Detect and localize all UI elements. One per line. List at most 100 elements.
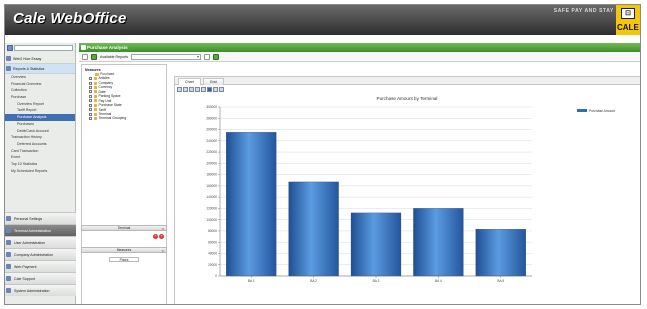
x-tick-label: BA 3	[373, 279, 380, 283]
expand-icon[interactable]	[89, 81, 92, 85]
x-tick-label: BA 4	[435, 279, 442, 283]
pie-chart-icon[interactable]	[201, 87, 206, 92]
clear-icon[interactable]: ×	[159, 234, 164, 239]
measures-filter-header[interactable]: Measures ▽	[81, 247, 167, 253]
tab-chart[interactable]: Chart	[178, 78, 201, 85]
report-selector-row: Available Reports	[79, 52, 640, 62]
tree-node[interactable]: Terminal Grouping	[82, 116, 166, 120]
y-tick-label: 40000	[208, 252, 217, 256]
expand-icon[interactable]	[89, 112, 92, 116]
remove-icon[interactable]: ×	[153, 234, 158, 239]
report-icon	[81, 45, 86, 50]
home-icon	[6, 56, 11, 61]
bar-ba-1	[226, 132, 277, 277]
y-tick-label: 280000	[206, 116, 217, 120]
sidebar: Web2 Nice Essay Reports & Statistics Ove…	[5, 43, 76, 304]
y-tick-label: 80000	[208, 229, 217, 233]
expand-icon[interactable]	[89, 117, 92, 121]
bar-ba-2	[288, 181, 339, 277]
tree-node-label: Terminal Grouping	[98, 116, 127, 121]
chevron-down-icon: ▽	[161, 249, 164, 253]
x-tick-label: BA 1	[248, 279, 255, 283]
bar-chart-icon[interactable]	[183, 87, 188, 92]
report-menu-item[interactable]: Purchase Analysis	[5, 114, 75, 121]
expand-icon[interactable]	[89, 94, 92, 98]
sidebar-item-label: System Administration	[14, 289, 50, 293]
folder-icon	[93, 117, 97, 121]
terminal-filter-header[interactable]: Terminal ▽	[81, 225, 167, 231]
y-tick-label: 200000	[206, 161, 217, 165]
y-tick-label: 300000	[206, 105, 217, 109]
page-title: Purchase Analysis	[87, 45, 128, 50]
x-tick-label: BA 5	[497, 279, 504, 283]
table-icon[interactable]	[213, 87, 218, 92]
folder-icon	[93, 81, 97, 85]
chart-type-icon[interactable]	[177, 87, 182, 92]
report-menu-item[interactable]: Purchase	[5, 94, 75, 101]
expand-icon[interactable]	[89, 77, 92, 81]
report-menu-item[interactable]: Collection	[5, 87, 75, 94]
save-icon[interactable]	[204, 53, 211, 60]
sidebar-admin-item[interactable]: Cale Support	[5, 272, 76, 284]
measures-label: Measures	[116, 248, 132, 252]
expand-icon[interactable]	[89, 108, 92, 112]
view-tabs: Chart Grid	[175, 77, 640, 85]
menu-icon	[6, 288, 11, 293]
expand-icon[interactable]	[89, 86, 92, 90]
sidebar-item-reports[interactable]: Reports & Statistics	[5, 64, 75, 74]
sidebar-item-label: Web Payment	[14, 265, 37, 269]
app-header: Cale WebOffice SAFE PAY AND STAY ⊡ CALE	[5, 5, 640, 35]
brand-tagline: SAFE PAY AND STAY	[553, 8, 614, 14]
area-chart-icon[interactable]	[195, 87, 200, 92]
bar-ba-3	[350, 212, 402, 277]
refresh-icon[interactable]	[91, 53, 97, 60]
report-menu-item[interactable]: Overview Report	[5, 101, 75, 108]
sidebar-collapse-icon[interactable]	[7, 45, 13, 51]
folder-icon	[93, 77, 97, 81]
available-reports-select[interactable]	[131, 53, 202, 60]
folder-icon	[93, 94, 97, 98]
sidebar-admin-item[interactable]: Personal Settings	[5, 212, 76, 224]
report-menu-item[interactable]: Purchases	[5, 121, 75, 128]
expand-icon[interactable]	[89, 99, 92, 103]
report-menu-item[interactable]: Deferred Accounts	[5, 141, 75, 148]
report-menu-item[interactable]: Debit/Cash Account	[5, 128, 75, 135]
report-menu-item[interactable]: Financial Overview	[5, 81, 75, 88]
export-icon[interactable]	[219, 87, 224, 92]
sidebar-admin-item[interactable]: Company Administration	[5, 248, 76, 260]
sidebar-item-label: Terminal Administration	[14, 229, 52, 233]
report-menu-item[interactable]: My Scheduled Reports	[5, 168, 75, 175]
menu-icon	[6, 228, 11, 233]
filter-actions: × ×	[153, 234, 164, 239]
legend-swatch	[577, 109, 587, 112]
folder-icon	[93, 103, 97, 107]
report-menu-item[interactable]: Overview	[5, 74, 75, 81]
tab-grid[interactable]: Grid	[202, 78, 224, 85]
sidebar-item-label: Reports & Statistics	[13, 67, 45, 71]
report-menu-item[interactable]: Event	[5, 154, 75, 161]
sidebar-admin-item[interactable]: System Administration	[5, 284, 76, 296]
y-tick-label: 120000	[206, 207, 217, 211]
report-menu-item[interactable]: Tariff Report	[5, 107, 75, 114]
legend-label: Purchase Amount	[589, 109, 615, 113]
y-tick-label: 180000	[206, 173, 217, 177]
menu-icon	[6, 216, 11, 221]
report-menu-item[interactable]: Top 10 Statistics	[5, 161, 75, 168]
sidebar-search-input[interactable]	[14, 45, 73, 51]
y-tick-label: 60000	[208, 240, 217, 244]
brand-short-name: CALE	[617, 23, 639, 32]
sidebar-admin-item[interactable]: Web Payment	[5, 260, 76, 272]
run-icon[interactable]	[213, 53, 220, 60]
report-menu-item[interactable]: Card Transaction	[5, 148, 75, 155]
report-submenu: Overview Financial Overview Collection Purc…	[5, 74, 75, 174]
new-report-icon[interactable]	[82, 53, 88, 60]
sidebar-admin-item[interactable]: User Administration	[5, 236, 76, 248]
line-chart-icon[interactable]	[189, 87, 194, 92]
report-menu-item[interactable]: Transaction History	[5, 134, 75, 141]
sidebar-item-0[interactable]: Web2 Nice Essay	[5, 54, 75, 64]
sidebar-admin-item[interactable]: Terminal Administration	[5, 224, 76, 236]
sidebar-item-label: Company Administration	[14, 253, 53, 257]
expand-icon[interactable]	[89, 103, 92, 107]
expand-icon[interactable]	[89, 90, 92, 94]
column-chart-icon[interactable]	[207, 87, 212, 92]
